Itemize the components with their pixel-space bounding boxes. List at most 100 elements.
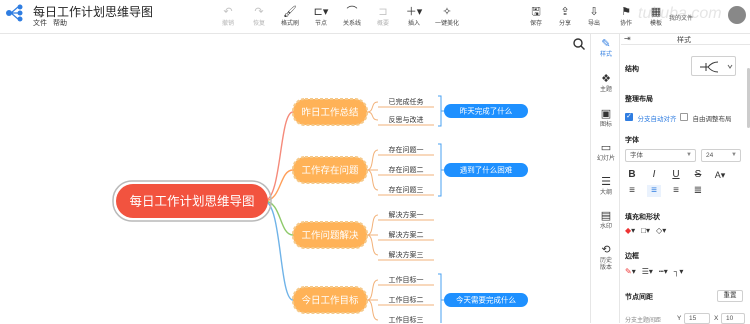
template-button[interactable]: ▦ 模板 xyxy=(641,5,671,33)
leaf-node-label[interactable]: 解决方案三 xyxy=(389,250,424,259)
leaf-node-label[interactable]: 解决方案一 xyxy=(389,210,424,219)
save-button[interactable]: 🖫 保存 xyxy=(521,5,551,33)
italic-button[interactable]: I xyxy=(647,169,661,181)
free-layout-checkbox[interactable] xyxy=(680,112,688,121)
beautify-button[interactable]: ✧ 一键美化 xyxy=(430,5,464,33)
border-color-button[interactable]: ✎▾ xyxy=(625,267,636,276)
insert-button[interactable]: ＋▾ 插入 xyxy=(399,5,429,33)
leaf-node-label[interactable]: 已完成任务 xyxy=(389,97,424,106)
leaf-node-label[interactable]: 解决方案二 xyxy=(389,230,424,239)
summary-node[interactable]: 今天需要完成什么 xyxy=(444,293,528,307)
menu-help[interactable]: 帮助 xyxy=(53,18,67,28)
fill-color-button[interactable]: ◆▾ xyxy=(625,226,635,235)
sidebar-item-slides[interactable]: ▭ 幻灯片 xyxy=(591,140,621,172)
leaf-node-label[interactable]: 反思与改进 xyxy=(389,115,424,124)
sidebar-item-watermark[interactable]: ▤ 水印 xyxy=(591,208,621,240)
line-width-icon: ☰ xyxy=(641,267,649,276)
align-right-icon[interactable]: ≡ xyxy=(669,185,683,197)
border-width-button[interactable]: ☰▾ xyxy=(642,267,653,276)
underline-button[interactable]: U xyxy=(669,169,683,181)
magic-wand-icon: ✧ xyxy=(442,6,452,18)
font-label: 字体 xyxy=(625,137,639,144)
branch-node-label[interactable]: 今日工作目标 xyxy=(301,295,359,307)
summary-node-label[interactable]: 昨天完成了什么 xyxy=(460,106,513,116)
search-icon[interactable] xyxy=(572,37,586,51)
spacing-y-input[interactable]: 15 xyxy=(684,313,710,324)
free-layout-option[interactable]: 自由调整布局 xyxy=(680,108,731,126)
redo-button[interactable]: ↷ 恢复 xyxy=(244,5,274,33)
slides-icon: ▭ xyxy=(600,142,612,154)
root-node[interactable]: 每日工作计划思维导图 xyxy=(112,180,272,222)
leaf-node-label[interactable]: 存在问题一 xyxy=(389,145,424,154)
undo-button[interactable]: ↶ 撤销 xyxy=(213,5,243,33)
branch-node-label[interactable]: 工作问题解决 xyxy=(301,230,359,242)
user-files-link[interactable]: 我的文件 xyxy=(669,13,693,22)
rectangle-icon: □ xyxy=(641,226,647,235)
summary-node[interactable]: 昨天完成了什么 xyxy=(444,104,528,118)
leaf-node-label[interactable]: 工作目标一 xyxy=(389,275,424,284)
node-shape-button[interactable]: ◇▾ xyxy=(656,226,666,235)
leaf-node-label[interactable]: 存在问题三 xyxy=(389,185,424,194)
auto-align-label: 分支自动对齐 xyxy=(637,116,677,123)
menu-file[interactable]: 文件 xyxy=(33,18,47,28)
corner-style-button[interactable]: ┐▾ xyxy=(674,267,684,276)
collab-button[interactable]: ⚑ 协作 xyxy=(611,5,641,33)
sidebar-item-style[interactable]: ✎ 样式 xyxy=(591,36,621,68)
align-justify-icon[interactable]: ≣ xyxy=(691,185,705,197)
outline-icon: ☰ xyxy=(601,176,611,188)
leaf-connector xyxy=(366,279,379,301)
history-icon: ⟲ xyxy=(601,244,611,256)
leaf-node-label[interactable]: 工作目标三 xyxy=(389,315,424,323)
node-spacing-label: 节点间距 xyxy=(625,294,653,301)
leaf-node-label[interactable]: 存在问题二 xyxy=(389,165,424,174)
border-style-button[interactable]: ┅▾ xyxy=(659,267,668,276)
node-button[interactable]: ⊏▾ 节点 xyxy=(306,5,336,33)
export-icon: ⇩ xyxy=(589,6,599,18)
strikethrough-button[interactable]: S xyxy=(691,169,705,181)
leaf-node-label[interactable]: 工作目标二 xyxy=(389,295,424,304)
branch-node[interactable]: 工作问题解决 xyxy=(292,221,368,249)
shape-button[interactable]: □▾ xyxy=(641,226,650,235)
root-node-label[interactable]: 每日工作计划思维导图 xyxy=(129,194,254,209)
summary-button[interactable]: ⊐ 概要 xyxy=(368,5,398,33)
top-toolbar: 每日工作计划思维导图 文件 帮助 ↶ 撤销 ↷ 恢复 🖌 格式刷 ⊏▾ 节点 ⌒ 关系线 … xyxy=(0,0,750,34)
auto-align-option[interactable]: ✓ 分支自动对齐 xyxy=(625,108,676,126)
chevron-down-icon: ▼ xyxy=(686,152,692,158)
collapse-panel-icon[interactable]: ⇥ xyxy=(624,34,631,43)
branch-node[interactable]: 今日工作目标 xyxy=(292,286,368,314)
branch-node-label[interactable]: 工作存在问题 xyxy=(301,165,359,177)
structure-select[interactable] xyxy=(691,56,736,76)
fill-shape-row: ◆▾ □▾ ◇▾ xyxy=(625,226,666,235)
branch-node[interactable]: 昨日工作总结 xyxy=(292,98,368,126)
bold-button[interactable]: B xyxy=(625,169,639,181)
relation-line-button[interactable]: ⌒ 关系线 xyxy=(337,5,367,33)
format-painter-button[interactable]: 🖌 格式刷 xyxy=(275,5,305,33)
spacing-x-input[interactable]: 10 xyxy=(721,313,745,324)
summary-node-label[interactable]: 今天需要完成什么 xyxy=(456,295,516,305)
share-button[interactable]: ⇪ 分享 xyxy=(550,5,580,33)
theme-icon: ❖ xyxy=(601,73,611,85)
document-title[interactable]: 每日工作计划思维导图 xyxy=(33,3,153,20)
align-left-icon[interactable]: ≡ xyxy=(625,185,639,197)
palette-icon: ✎ xyxy=(601,38,611,50)
font-family-select[interactable]: 字体 ▼ xyxy=(625,149,696,162)
font-color-button[interactable]: A▾ xyxy=(713,169,727,181)
branch-node-label[interactable]: 昨日工作总结 xyxy=(301,107,358,119)
auto-align-checkbox[interactable]: ✓ xyxy=(625,112,633,121)
brush-icon: 🖌 xyxy=(283,6,297,18)
export-button[interactable]: ⇩ 导出 xyxy=(579,5,609,33)
summary-node[interactable]: 遇到了什么困难 xyxy=(444,163,528,177)
mindmap-canvas[interactable]: 昨日工作总结 已完成任务反思与改进 昨天完成了什么工作存在问题 存在问题一存在问题二存… xyxy=(0,34,590,323)
branch-node[interactable]: 工作存在问题 xyxy=(292,156,368,184)
mindmap-svg[interactable]: 昨日工作总结 已完成任务反思与改进 昨天完成了什么工作存在问题 存在问题一存在问题二存… xyxy=(0,34,590,323)
align-center-icon[interactable]: ≡ xyxy=(647,185,661,197)
sidebar-item-outline[interactable]: ☰ 大纲 xyxy=(591,174,621,206)
sidebar-item-history[interactable]: ⟲ 历史版本 xyxy=(591,242,621,274)
sidebar-item-theme[interactable]: ❖ 主题 xyxy=(591,71,621,103)
summary-node-label[interactable]: 遇到了什么困难 xyxy=(460,165,513,175)
avatar[interactable] xyxy=(728,6,746,24)
structure-label: 结构 xyxy=(625,66,639,73)
reset-button[interactable]: 重置 xyxy=(717,290,743,302)
sidebar-item-icons[interactable]: ▣ 图标 xyxy=(591,106,621,138)
font-size-select[interactable]: 24 ▼ xyxy=(701,149,741,162)
